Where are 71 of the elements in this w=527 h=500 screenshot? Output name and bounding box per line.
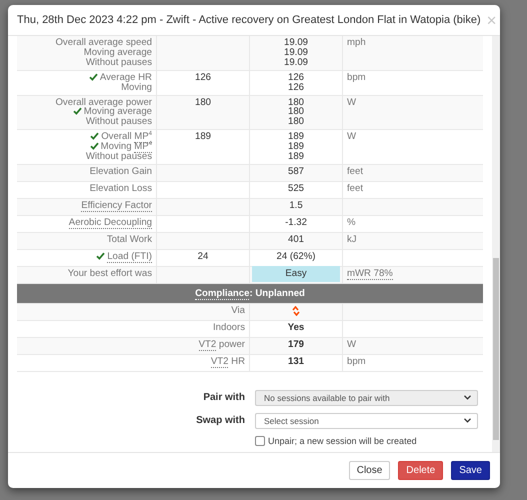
effort-badge: Easy bbox=[252, 266, 340, 282]
setting-value: 179 bbox=[288, 340, 304, 350]
actual-value: 587 bbox=[288, 166, 304, 177]
actual-value: 19.09 bbox=[284, 58, 308, 68]
row-label: Aerobic Decoupling bbox=[68, 218, 152, 228]
row-label: Without pauses bbox=[86, 152, 152, 162]
actual-value: 19.09 bbox=[284, 38, 308, 48]
actual-value: -1.32 bbox=[285, 218, 307, 228]
setting-value: 131 bbox=[288, 356, 304, 367]
row-label: Efficiency Factor bbox=[81, 200, 152, 211]
actual-value: 180 bbox=[288, 107, 304, 118]
row-label: Overall average power bbox=[55, 98, 152, 108]
section-header: Compliance: Unplanned bbox=[195, 288, 305, 300]
setting-value: Yes bbox=[288, 322, 304, 333]
actual-value: 189 bbox=[288, 142, 304, 152]
planned-value: 189 bbox=[194, 132, 211, 142]
row-label: Without pauses bbox=[86, 117, 152, 128]
actual-value: 180 bbox=[288, 117, 304, 128]
unit-label: W bbox=[347, 96, 356, 108]
unit-label: feet bbox=[347, 166, 364, 177]
dialog-button[interactable]: Save bbox=[451, 461, 490, 480]
field-label: Swap with bbox=[195, 415, 245, 426]
actual-value: 24 (62%) bbox=[276, 252, 316, 262]
row-label: VT2 power bbox=[198, 340, 245, 350]
row-label: Via bbox=[231, 306, 245, 316]
row-label: Without pauses bbox=[86, 58, 152, 68]
actual-value: 19.09 bbox=[284, 48, 308, 58]
planned-value: 24 bbox=[198, 252, 208, 262]
planned-value: 180 bbox=[194, 98, 211, 108]
row-label: Total Work bbox=[106, 234, 152, 245]
dialog-title: Thu, 28th Dec 2023 4:22 pm - Zwift - Active recovery on Greatest London Flat in Watopia (bike) bbox=[17, 14, 481, 26]
dialog-button[interactable]: Close bbox=[348, 461, 390, 480]
row-label: Overall average speed bbox=[55, 38, 152, 48]
unit-label: mph bbox=[347, 37, 366, 48]
chevron-icon bbox=[464, 418, 471, 424]
actual-value: 401 bbox=[288, 234, 304, 245]
row-label: Elevation Gain bbox=[90, 166, 152, 177]
row-label: Elevation Loss bbox=[90, 184, 152, 194]
row-label: Moving average bbox=[84, 48, 152, 58]
field-label: Pair with bbox=[202, 392, 245, 404]
unit-label: W bbox=[347, 131, 356, 142]
actual-value: 1.5 bbox=[289, 200, 303, 211]
row-label: Moving bbox=[121, 82, 152, 93]
actual-value: 126 bbox=[288, 72, 304, 83]
actual-value: 189 bbox=[288, 152, 304, 162]
row-label: Load (FTI) bbox=[96, 252, 152, 262]
row-label: Average HR bbox=[88, 72, 152, 83]
scrollbar[interactable] bbox=[492, 36, 500, 452]
chevrons-icon bbox=[292, 306, 300, 316]
unit-label: W bbox=[347, 338, 356, 350]
planned-value: 126 bbox=[194, 72, 211, 83]
checkbox-label: Unpair; a new session will be created bbox=[268, 436, 417, 446]
actual-value: 180 bbox=[288, 98, 304, 108]
row-label: VT2 HR bbox=[210, 356, 245, 367]
actual-value: 189 bbox=[288, 132, 304, 142]
row-label: Indoors bbox=[213, 322, 245, 333]
unit-label: bpm bbox=[347, 72, 366, 83]
dialog-button[interactable]: Delete bbox=[398, 461, 444, 480]
unit-label: bpm bbox=[347, 356, 366, 367]
chevron-icon bbox=[464, 395, 471, 400]
unit-label: mWR 78% bbox=[347, 268, 393, 280]
row-label: Your best effort was bbox=[68, 268, 152, 279]
actual-value: 126 bbox=[288, 82, 304, 93]
actual-value: 525 bbox=[288, 184, 304, 194]
row-label: Overall MP$^{4}$ bbox=[90, 132, 152, 142]
unit-label: % bbox=[347, 216, 356, 228]
unit-label: feet bbox=[347, 182, 364, 194]
row-label: Moving average bbox=[72, 107, 152, 118]
checkbox[interactable] bbox=[255, 436, 265, 446]
unit-label: kJ bbox=[347, 234, 357, 245]
session-select[interactable]: Select session bbox=[255, 412, 478, 429]
